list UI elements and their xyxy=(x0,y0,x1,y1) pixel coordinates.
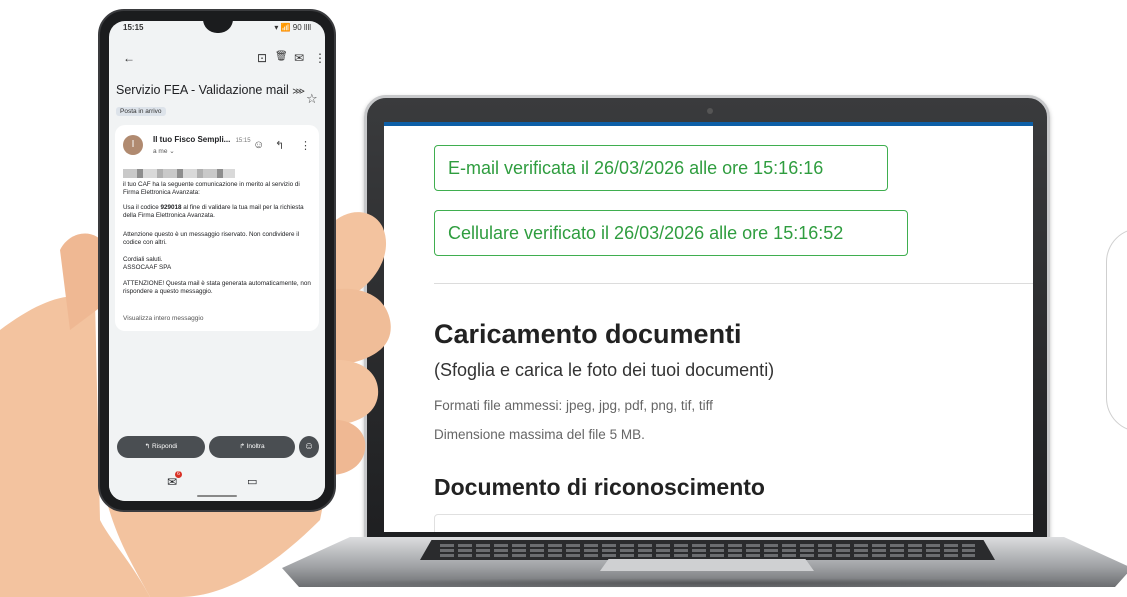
email-subject-text: Servizio FEA - Validazione mail xyxy=(116,83,289,97)
mark-unread-icon[interactable]: ✉ xyxy=(294,51,304,65)
reply-button[interactable]: ↰ Rispondi xyxy=(117,436,205,458)
side-card-outline xyxy=(1106,228,1127,432)
message-card: I Il tuo Fisco Sempli... 15:15 a me ⌄ ☺ … xyxy=(115,125,319,331)
sender-name: Il tuo Fisco Sempli... 15:15 xyxy=(153,135,251,144)
emoji-button[interactable]: ☺ xyxy=(299,436,319,458)
meet-tab-icon[interactable]: ▭ xyxy=(247,475,257,488)
archive-icon[interactable]: ⊡ xyxy=(257,51,267,65)
message-attention: Attenzione questo è un messaggio riserva… xyxy=(123,231,300,246)
code-prefix: Usa il codice xyxy=(123,204,161,211)
inbox-label-chip[interactable]: Posta in arrivo xyxy=(116,107,166,116)
laptop-camera xyxy=(707,108,713,114)
email-subject: Servizio FEA - Validazione mail ⋙ xyxy=(116,83,305,97)
message-intro: il tuo CAF ha la seguente comunicazione … xyxy=(123,181,300,196)
reply-icon[interactable]: ↰ xyxy=(275,139,284,152)
view-full-message-link[interactable]: Visualizza intero messaggio xyxy=(123,315,203,322)
more-options-icon[interactable]: ⋮ xyxy=(314,51,325,65)
forward-button[interactable]: ↱ Inoltra xyxy=(209,436,295,458)
message-time: 15:15 xyxy=(235,138,251,144)
message-warning: ATTENZIONE! Questa mail è stata generata… xyxy=(123,280,311,295)
redacted-name xyxy=(123,169,235,178)
sender-name-text: Il tuo Fisco Sempli... xyxy=(153,135,231,144)
laptop-trackpad xyxy=(600,559,814,571)
smartphone: 15:15 ▾ 📶 90 llll ← ⊡ 🗑 ✉ ⋮ Servizio FEA… xyxy=(98,9,336,512)
status-icons: ▾ 📶 90 llll xyxy=(274,23,311,32)
emoji-react-icon[interactable]: ☺ xyxy=(253,139,264,151)
message-code-line: Usa il codice 929018 al fine di validare… xyxy=(123,204,315,219)
avatar: I xyxy=(123,135,143,155)
more-options-icon[interactable]: ⋮ xyxy=(300,139,311,152)
stage: E-mail verificata il 26/03/2026 alle ore… xyxy=(0,0,1127,597)
back-arrow-icon[interactable]: ← xyxy=(123,51,135,65)
verification-code: 929018 xyxy=(160,204,182,211)
delete-icon[interactable]: 🗑 xyxy=(275,51,288,62)
unread-badge: 6 xyxy=(175,471,182,478)
message-greeting: Cordiali saluti. xyxy=(123,256,163,263)
status-time: 15:15 xyxy=(123,23,144,32)
star-icon[interactable]: ☆ xyxy=(306,91,318,107)
phone-screen: 15:15 ▾ 📶 90 llll ← ⊡ 🗑 ✉ ⋮ Servizio FEA… xyxy=(109,21,325,501)
home-indicator xyxy=(197,495,237,497)
phone-notch xyxy=(203,21,233,33)
recipient-toggle[interactable]: a me ⌄ xyxy=(153,147,175,155)
important-marker-icon: ⋙ xyxy=(292,86,306,96)
message-company: ASSOCAAF SPA xyxy=(123,264,172,271)
